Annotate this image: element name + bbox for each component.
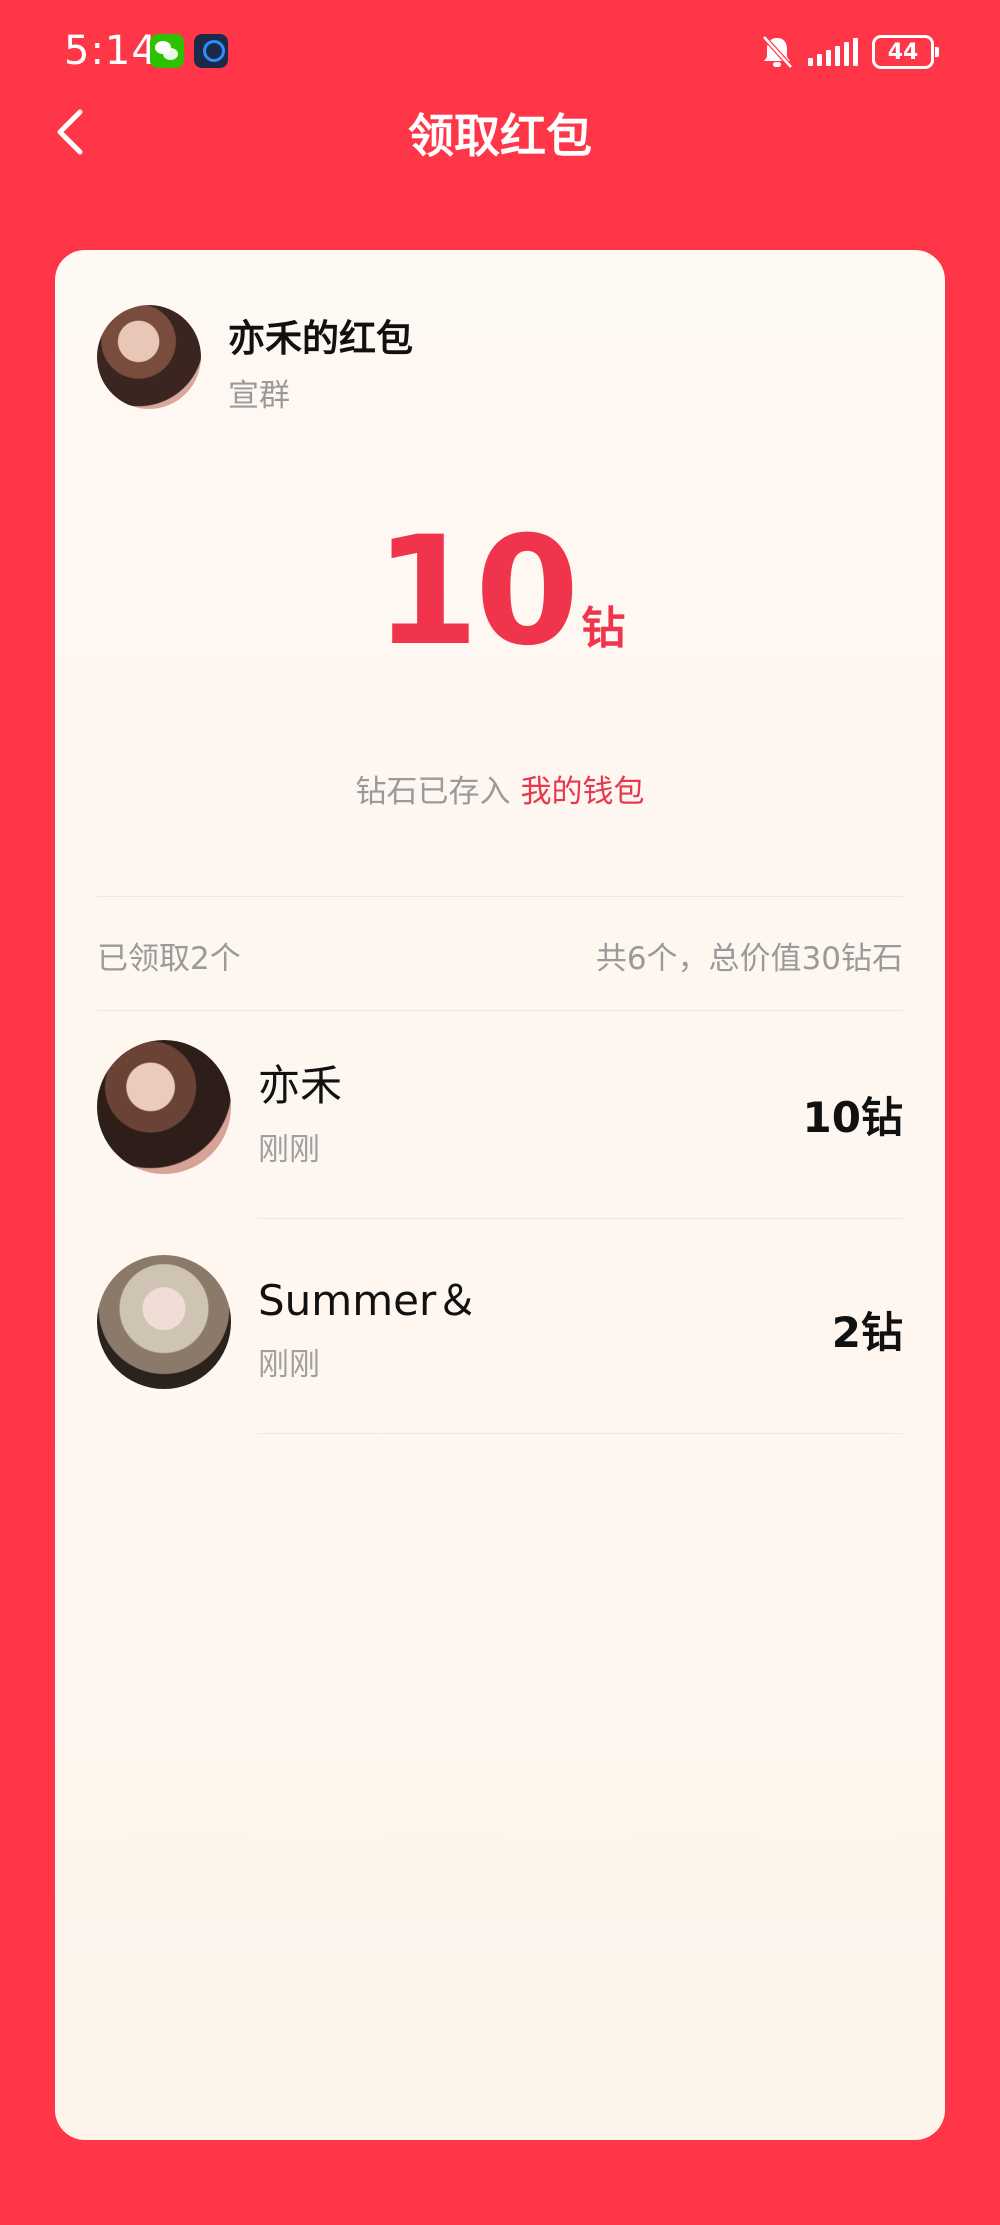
claim-amount: 2钻 [831, 1308, 903, 1357]
claimer-name: 亦禾 [258, 1061, 343, 1110]
received-amount: 10 钻 [55, 505, 945, 679]
status-time: 5:14 [64, 28, 158, 74]
signal-icon [808, 38, 858, 66]
bell-off-icon [762, 35, 793, 69]
status-bar: 5:14 44 [0, 0, 1000, 100]
amount-unit: 钻 [581, 603, 626, 654]
page-title: 领取红包 [408, 109, 592, 163]
claim-amount: 10钻 [802, 1093, 903, 1142]
status-indicators: 44 [760, 32, 939, 72]
battery-level: 44 [887, 39, 919, 65]
red-packet-card: 亦禾的红包 宣群 10 钻 钻石已存入 我的钱包 已领取2个 共6个，总价值30钻石… [55, 250, 945, 2140]
sender-group: 宣群 [228, 378, 290, 414]
claim-time: 刚刚 [258, 1132, 320, 1168]
claim-list-item[interactable]: Summer＆ 刚刚 2钻 [55, 1255, 945, 1455]
avatar[interactable] [97, 1040, 231, 1174]
claimer-name: Summer＆ [258, 1276, 479, 1325]
claim-time: 刚刚 [258, 1347, 320, 1383]
divider [97, 896, 903, 897]
claim-list-item[interactable]: 亦禾 刚刚 10钻 [55, 1040, 945, 1240]
packet-total: 共6个，总价值30钻石 [595, 941, 903, 977]
claimed-count: 已领取2个 [97, 941, 241, 977]
amount-value: 10 [374, 505, 580, 679]
app-icon [194, 34, 228, 68]
nav-bar: 领取红包 [0, 90, 1000, 170]
battery-icon: 44 [872, 35, 939, 69]
divider [258, 1433, 903, 1434]
wallet-notice: 钻石已存入 我的钱包 [55, 766, 945, 811]
sender-avatar[interactable] [97, 305, 201, 409]
divider [258, 1218, 903, 1219]
my-wallet-link[interactable]: 我的钱包 [521, 774, 645, 810]
avatar[interactable] [97, 1255, 231, 1389]
wallet-notice-text: 钻石已存入 [355, 774, 511, 810]
divider [97, 1010, 903, 1011]
wechat-icon [150, 34, 184, 68]
sender-name: 亦禾的红包 [228, 317, 413, 360]
